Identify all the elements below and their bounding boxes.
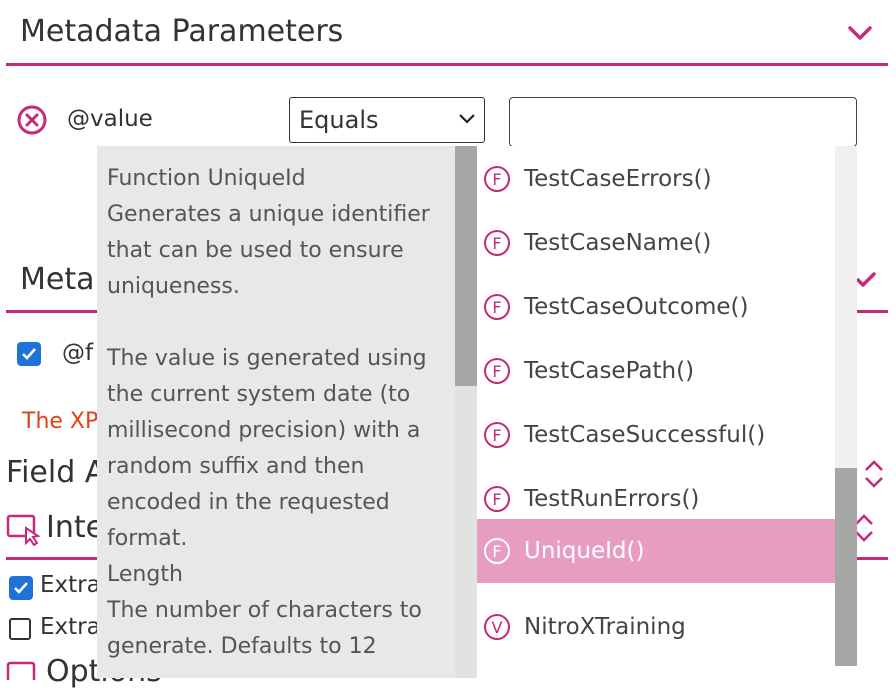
section-title-field-attributes: Field A — [6, 455, 106, 490]
error-message: The XP — [22, 409, 99, 434]
tooltip-description: Generates a unique identifier that can b… — [107, 202, 430, 299]
section-title-metadata: Meta — [20, 262, 95, 297]
list-item-label: TestCaseName() — [524, 230, 712, 256]
extra1-checkbox[interactable] — [9, 576, 33, 600]
variable-icon: V — [484, 614, 510, 640]
function-icon: F — [484, 230, 510, 256]
function-icon: F — [484, 166, 510, 192]
list-item-selected[interactable]: F UniqueId() — [477, 519, 835, 583]
list-item[interactable]: F TestCaseOutcome() — [477, 275, 835, 339]
function-icon: F — [484, 538, 510, 564]
param-name: @value — [67, 106, 153, 132]
remove-param-icon[interactable] — [16, 104, 48, 136]
expand-collapse-icon[interactable] — [862, 458, 886, 490]
list-item-label: UniqueId() — [524, 538, 645, 564]
list-item-label: TestCasePath() — [524, 358, 695, 384]
list-item-label: TestCaseOutcome() — [524, 294, 749, 320]
function-tooltip: Function UniqueId Generates a unique ide… — [97, 146, 455, 678]
row2-checkbox[interactable] — [17, 342, 41, 366]
function-icon: F — [484, 358, 510, 384]
chevron-down-icon[interactable] — [845, 18, 875, 48]
function-icon: F — [484, 486, 510, 512]
list-item-label: NitroXTraining — [524, 614, 686, 640]
list-scrollbar[interactable] — [835, 146, 857, 666]
interactive-icon — [6, 514, 40, 546]
param-value-input[interactable] — [509, 97, 857, 147]
operator-select[interactable]: Equals — [289, 97, 485, 143]
section-title-interactive: Inte — [46, 510, 105, 545]
list-item[interactable]: F TestCasePath() — [477, 339, 835, 403]
options-icon — [6, 661, 36, 680]
list-item-label: TestCaseSuccessful() — [524, 422, 766, 448]
tooltip-heading: Function UniqueId — [107, 166, 306, 191]
list-item-label: TestCaseErrors() — [524, 166, 712, 192]
operator-value: Equals — [299, 106, 379, 134]
tooltip-param-desc: The number of characters to generate. De… — [107, 598, 422, 659]
section-title-metadata-parameters: Metadata Parameters — [20, 14, 344, 49]
tooltip-spacer — [107, 305, 445, 341]
check-icon — [22, 348, 36, 360]
row2-name: @f — [62, 340, 94, 366]
list-item-label: TestRunErrors() — [524, 486, 700, 512]
tooltip-scrollbar[interactable] — [455, 146, 477, 678]
extra2-label: Extra — [40, 614, 101, 640]
tooltip-param-name: Length — [107, 562, 183, 587]
list-item[interactable]: V NitroXTraining — [477, 595, 835, 659]
list-item[interactable]: F TestCaseErrors() — [477, 147, 835, 211]
tooltip-details: The value is generated using the current… — [107, 346, 427, 551]
tooltip-scrollbar-thumb[interactable] — [455, 146, 477, 386]
list-item[interactable]: F TestCaseName() — [477, 211, 835, 275]
section-divider — [6, 63, 888, 66]
extra2-checkbox[interactable] — [9, 618, 31, 640]
autocomplete-list: F TestCaseErrors() F TestCaseName() F Te… — [477, 146, 835, 678]
list-scrollbar-thumb[interactable] — [835, 468, 857, 666]
function-icon: F — [484, 294, 510, 320]
extra1-label: Extra — [40, 572, 101, 598]
list-item[interactable]: F TestCaseSuccessful() — [477, 403, 835, 467]
chevron-down-icon — [459, 114, 475, 124]
check-icon — [14, 582, 28, 594]
function-icon: F — [484, 422, 510, 448]
